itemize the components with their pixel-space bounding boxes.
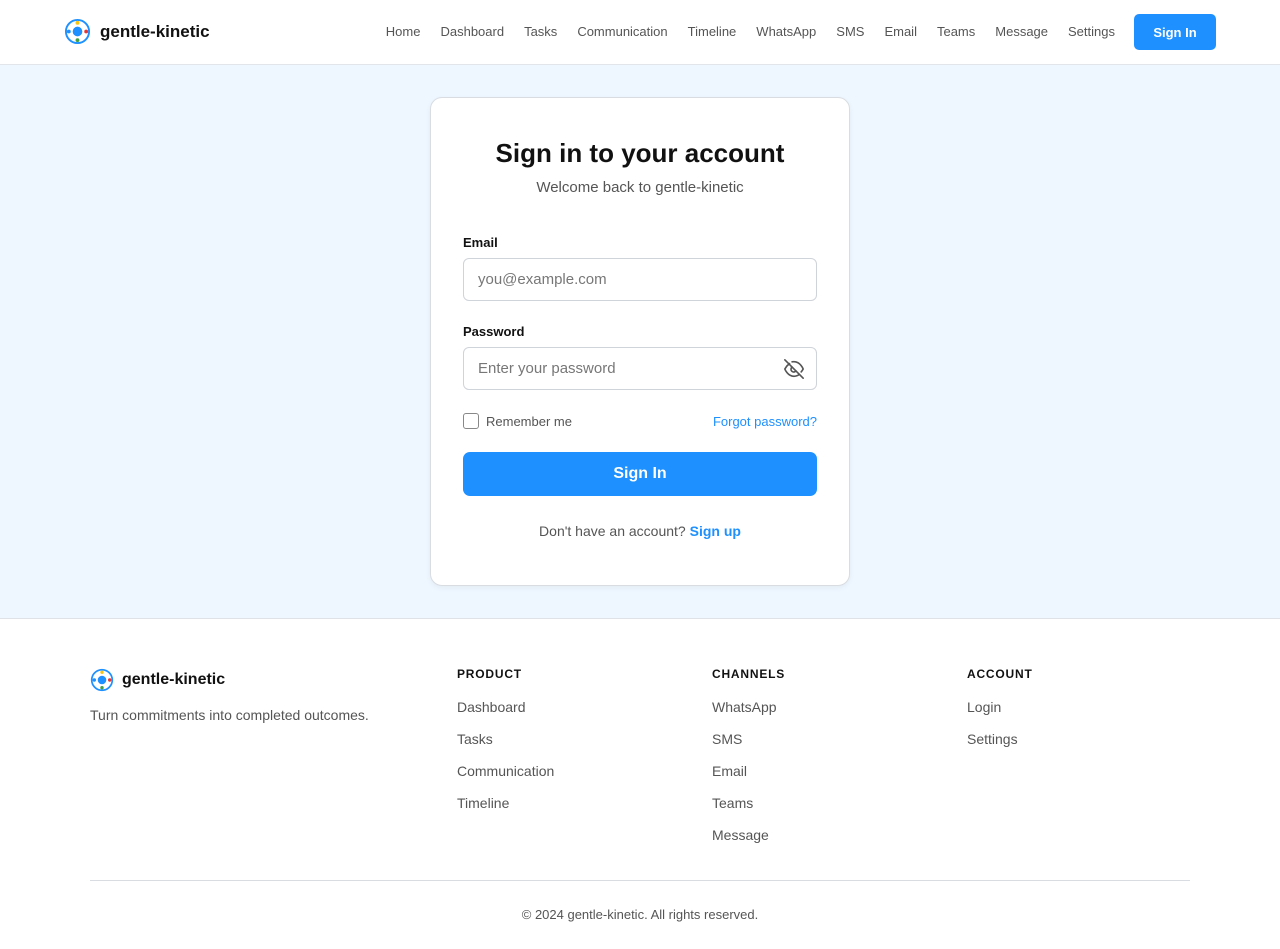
nav-item-tasks[interactable]: Tasks: [524, 14, 557, 50]
signin-submit-button[interactable]: Sign In: [463, 452, 817, 496]
remember-me[interactable]: Remember me: [463, 413, 572, 429]
nav-item-email[interactable]: Email: [884, 14, 917, 50]
page-subtitle: Welcome back to gentle-kinetic: [536, 179, 744, 196]
footer-column-product: PRODUCT Dashboard Tasks Communication Ti…: [457, 667, 554, 811]
footer-link-communication[interactable]: Communication: [457, 763, 554, 779]
email-field-wrapper: [463, 258, 817, 301]
footer-heading: PRODUCT: [457, 667, 522, 681]
nav-item-settings[interactable]: Settings: [1068, 14, 1115, 50]
brand-name: gentle-kinetic: [100, 21, 210, 41]
email-field[interactable]: [463, 258, 817, 301]
copyright-text: © 2024 gentle-kinetic. All rights reserv…: [521, 907, 759, 922]
site-footer: gentle-kinetic Turn commitments into com…: [0, 619, 1280, 948]
page-title: Sign in to your account: [495, 138, 785, 168]
brand-logo-link[interactable]: gentle-kinetic: [64, 18, 210, 45]
nav-item-teams[interactable]: Teams: [937, 14, 975, 50]
footer-link-message[interactable]: Message: [712, 827, 785, 843]
signup-prompt: Don't have an account? Sign up: [463, 523, 817, 539]
footer-tagline: Turn commitments into completed outcomes…: [90, 707, 369, 723]
password-field-wrapper: [463, 347, 817, 390]
forgot-password-link[interactable]: Forgot password?: [713, 414, 817, 429]
email-label: Email: [463, 235, 498, 250]
footer-link-sms[interactable]: SMS: [712, 731, 785, 747]
nav-item-dashboard[interactable]: Dashboard: [440, 14, 504, 50]
top-header: gentle-kinetic Home Dashboard Tasks Comm…: [0, 0, 1280, 65]
nav-item-communication[interactable]: Communication: [577, 14, 667, 50]
footer-divider: [90, 880, 1190, 881]
password-field[interactable]: [463, 347, 817, 390]
main-nav: Home Dashboard Tasks Communication Timel…: [386, 14, 1216, 50]
nav-item-sms[interactable]: SMS: [836, 14, 864, 50]
nav-item-timeline[interactable]: Timeline: [688, 14, 737, 50]
footer-column-account: ACCOUNT Login Settings: [967, 667, 1033, 747]
options-row: Remember me Forgot password?: [463, 412, 817, 430]
no-account-text: Don't have an account?: [539, 523, 686, 539]
logo-icon: [90, 668, 114, 692]
footer-link-login[interactable]: Login: [967, 699, 1033, 715]
logo-icon: [64, 18, 91, 45]
nav-item-message[interactable]: Message: [995, 14, 1048, 50]
login-card: Sign in to your account Welcome back to …: [430, 97, 850, 586]
footer-brand[interactable]: gentle-kinetic: [90, 668, 225, 692]
main-content: Sign in to your account Welcome back to …: [0, 65, 1280, 619]
footer-brand-name: gentle-kinetic: [122, 671, 226, 688]
signup-link[interactable]: Sign up: [690, 523, 741, 539]
eye-off-icon[interactable]: [783, 358, 805, 380]
footer-link-teams[interactable]: Teams: [712, 795, 785, 811]
footer-link-settings[interactable]: Settings: [967, 731, 1033, 747]
header-signin-button[interactable]: Sign In: [1134, 14, 1216, 50]
remember-me-label: Remember me: [486, 413, 572, 429]
footer-link-timeline[interactable]: Timeline: [457, 795, 554, 811]
footer-link-dashboard[interactable]: Dashboard: [457, 699, 554, 715]
footer-column-channels: CHANNELS WhatsApp SMS Email Teams Messag…: [712, 667, 785, 843]
footer-link-tasks[interactable]: Tasks: [457, 731, 554, 747]
footer-heading: CHANNELS: [712, 667, 786, 681]
password-label: Password: [463, 324, 525, 339]
footer-link-whatsapp[interactable]: WhatsApp: [712, 699, 785, 715]
footer-heading: ACCOUNT: [967, 667, 1033, 681]
nav-item-home[interactable]: Home: [386, 14, 421, 50]
footer-link-email[interactable]: Email: [712, 763, 785, 779]
remember-me-checkbox[interactable]: [463, 413, 479, 429]
nav-item-whatsapp[interactable]: WhatsApp: [756, 14, 816, 50]
